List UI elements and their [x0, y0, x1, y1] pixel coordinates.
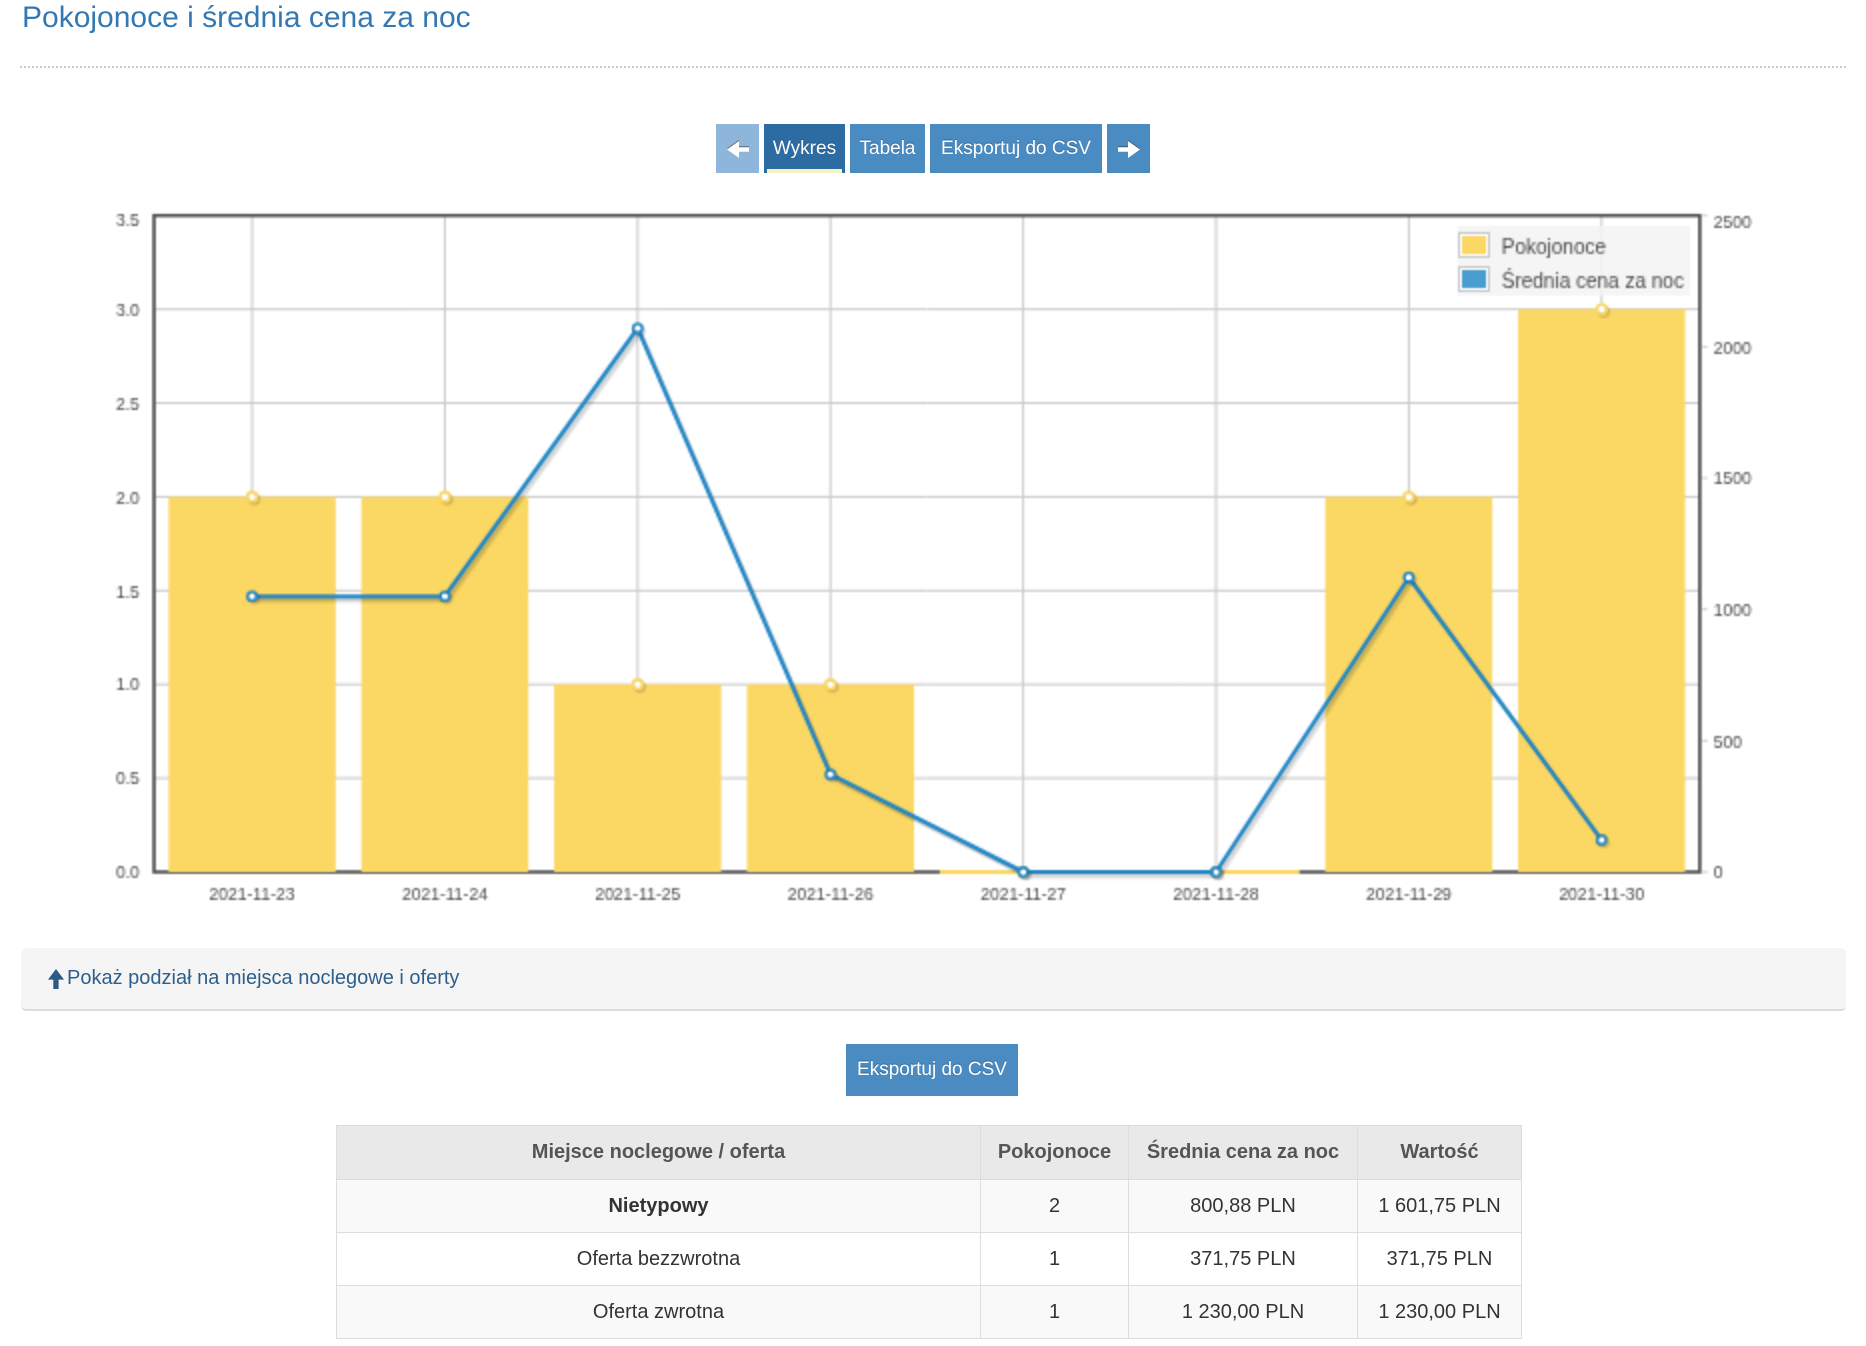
table-header-cell: Wartość [1358, 1126, 1522, 1180]
table-cell: 800,88 PLN [1129, 1180, 1358, 1233]
separator-dotted [20, 66, 1846, 68]
table-cell: 1 230,00 PLN [1129, 1286, 1358, 1339]
table-row: Nietypowy2800,88 PLN1 601,75 PLN [337, 1180, 1522, 1233]
table-cell: 2 [981, 1180, 1129, 1233]
table-cell: 1 230,00 PLN [1358, 1286, 1522, 1339]
breakdown-table: Miejsce noclegowe / ofertaPokojonoceŚred… [336, 1125, 1522, 1339]
table-cell: 371,75 PLN [1358, 1233, 1522, 1286]
tab-wykres-button[interactable]: Wykres [764, 124, 845, 173]
next-period-button[interactable] [1107, 124, 1150, 173]
table-cell: 371,75 PLN [1129, 1233, 1358, 1286]
table-header-cell: Pokojonoce [981, 1126, 1129, 1180]
table-header-row: Miejsce noclegowe / ofertaPokojonoceŚred… [337, 1126, 1522, 1180]
tab-tabela-button[interactable]: Tabela [850, 124, 925, 173]
page: Pokojonoce i średnia cena za noc Wykres … [0, 0, 1866, 1346]
table-cell: Oferta bezzwrotna [337, 1233, 981, 1286]
arrow-up-icon [48, 969, 64, 989]
table-cell: 1 601,75 PLN [1358, 1180, 1522, 1233]
tab-tabela-label: Tabela [860, 138, 916, 160]
table-cell: Nietypowy [337, 1180, 981, 1233]
breakdown-toggle-bar: Pokaż podział na miejsca noclegowe i ofe… [21, 948, 1846, 1011]
export-csv-top-label: Eksportuj do CSV [941, 138, 1091, 160]
page-title: Pokojonoce i średnia cena za noc [22, 1, 471, 35]
table-row: Oferta bezzwrotna1371,75 PLN371,75 PLN [337, 1233, 1522, 1286]
breakdown-toggle-label: Pokaż podział na miejsca noclegowe i ofe… [67, 967, 459, 990]
breakdown-toggle-link[interactable]: Pokaż podział na miejsca noclegowe i ofe… [48, 967, 459, 990]
table-row: Oferta zwrotna11 230,00 PLN1 230,00 PLN [337, 1286, 1522, 1339]
table-cell: 1 [981, 1286, 1129, 1339]
table-header-cell: Średnia cena za noc [1129, 1126, 1358, 1180]
tab-wykres-label: Wykres [773, 138, 836, 160]
table-cell: Oferta zwrotna [337, 1286, 981, 1339]
export-csv-top-button[interactable]: Eksportuj do CSV [930, 124, 1102, 173]
active-tab-underline [767, 169, 842, 173]
arrow-right-icon [1118, 140, 1140, 158]
chart-toolbar: Wykres Tabela Eksportuj do CSV [0, 124, 1866, 173]
arrow-left-icon [727, 140, 749, 158]
table-cell: 1 [981, 1233, 1129, 1286]
export-csv-bottom-label: Eksportuj do CSV [857, 1059, 1007, 1081]
table-header-cell: Miejsce noclegowe / oferta [337, 1126, 981, 1180]
prev-period-button[interactable] [716, 124, 759, 173]
export-csv-bottom-button[interactable]: Eksportuj do CSV [846, 1044, 1018, 1096]
